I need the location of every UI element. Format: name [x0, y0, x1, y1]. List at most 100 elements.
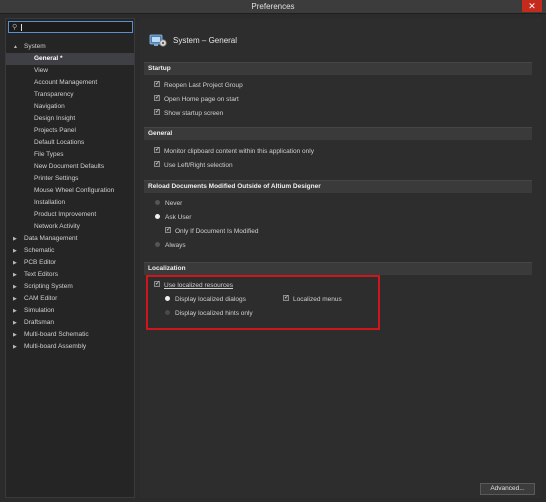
collapsed-arrow-icon[interactable]: ▶	[13, 293, 17, 305]
search-input[interactable]: ⚲	[8, 21, 133, 33]
tree-item-scripting-system[interactable]: ▶ Scripting System	[6, 281, 134, 293]
tree-item-default-locations[interactable]: Default Locations	[6, 137, 134, 149]
checkbox-label: Use localized resources	[164, 282, 234, 289]
use-localized-resources-checkbox[interactable]: ✓ Use localized resources	[154, 281, 233, 291]
checkmark-icon: ✓	[154, 81, 161, 88]
section-reload-header: Reload Documents Modified Outside of Alt…	[144, 180, 532, 193]
reopen-last-project-checkbox[interactable]: ✓ Reopen Last Project Group	[154, 81, 243, 91]
display-localized-hints-radio[interactable]: Display localized hints only	[165, 309, 253, 319]
tree-item-data-management[interactable]: ▶ Data Management	[6, 233, 134, 245]
tree-item-label: PCB Editor	[24, 259, 57, 266]
collapsed-arrow-icon[interactable]: ▶	[13, 341, 17, 353]
tree-item-multi-board-assembly[interactable]: ▶ Multi-board Assembly	[6, 341, 134, 353]
checkbox-label: Use Left/Right selection	[164, 162, 233, 169]
system-settings-icon	[149, 34, 167, 47]
radio-label: Display localized hints only	[175, 310, 253, 317]
checkbox-label: Reopen Last Project Group	[164, 82, 243, 89]
title-bar: Preferences ✕	[0, 0, 546, 14]
tree-item-label: Data Management	[24, 235, 78, 242]
section-title: Reload Documents Modified Outside of Alt…	[148, 183, 321, 190]
collapsed-arrow-icon[interactable]: ▶	[13, 329, 17, 341]
checkmark-icon: ✓	[154, 109, 161, 116]
tree-item-view[interactable]: View	[6, 65, 134, 77]
checkbox-label: Monitor clipboard content within this ap…	[164, 148, 314, 155]
reload-never-radio[interactable]: Never	[155, 199, 182, 209]
tree-item-mouse-wheel-configuration[interactable]: Mouse Wheel Configuration	[6, 185, 134, 197]
page-title: System – General	[173, 36, 238, 45]
display-localized-dialogs-radio[interactable]: Display localized dialogs	[165, 295, 246, 305]
localized-menus-checkbox[interactable]: ✓ Localized menus	[283, 295, 342, 305]
collapsed-arrow-icon[interactable]: ▶	[13, 317, 17, 329]
only-if-modified-checkbox[interactable]: ✓ Only If Document Is Modified	[165, 227, 258, 237]
tree-item-multi-board-schematic[interactable]: ▶ Multi-board Schematic	[6, 329, 134, 341]
tree-item-text-editors[interactable]: ▶ Text Editors	[6, 269, 134, 281]
window-title: Preferences	[251, 2, 295, 11]
collapsed-arrow-icon[interactable]: ▶	[13, 245, 17, 257]
radio-icon	[155, 199, 160, 205]
tree-item-system[interactable]: ▲ System	[6, 41, 134, 53]
monitor-clipboard-checkbox[interactable]: ✓ Monitor clipboard content within this a…	[154, 147, 314, 157]
reload-ask-user-radio[interactable]: Ask User	[155, 213, 191, 223]
checkmark-icon: ✓	[154, 147, 161, 154]
expanded-arrow-icon[interactable]: ▲	[13, 41, 18, 53]
tree-item-network-activity[interactable]: Network Activity	[6, 221, 134, 233]
reload-always-radio[interactable]: Always	[155, 241, 186, 251]
collapsed-arrow-icon[interactable]: ▶	[13, 233, 17, 245]
tree-item-simulation[interactable]: ▶ Simulation	[6, 305, 134, 317]
checkmark-icon: ✓	[154, 281, 161, 288]
collapsed-arrow-icon[interactable]: ▶	[13, 281, 17, 293]
tree-item-draftsman[interactable]: ▶ Draftsman	[6, 317, 134, 329]
tree-item-product-improvement[interactable]: Product Improvement	[6, 209, 134, 221]
section-title: Localization	[148, 265, 186, 272]
checkmark-icon: ✓	[283, 295, 290, 302]
tree-item-label: Simulation	[24, 307, 55, 314]
collapsed-arrow-icon[interactable]: ▶	[13, 269, 17, 281]
radio-label: Ask User	[165, 214, 192, 221]
radio-label: Never	[165, 200, 183, 207]
text-caret	[21, 24, 22, 31]
tree-item-new-document-defaults[interactable]: New Document Defaults	[6, 161, 134, 173]
collapsed-arrow-icon[interactable]: ▶	[13, 305, 17, 317]
tree-item-label: Text Editors	[24, 271, 58, 278]
close-button[interactable]: ✕	[522, 0, 542, 12]
tree-item-transparency[interactable]: Transparency	[6, 89, 134, 101]
checkbox-label: Localized menus	[293, 296, 342, 303]
section-title: Startup	[148, 65, 171, 72]
tree-item-schematic[interactable]: ▶ Schematic	[6, 245, 134, 257]
open-home-page-checkbox[interactable]: ✓ Open Home page on start	[154, 95, 239, 105]
tree-item-file-types[interactable]: File Types	[6, 149, 134, 161]
section-general-header: General	[144, 127, 532, 140]
tree-item-cam-editor[interactable]: ▶ CAM Editor	[6, 293, 134, 305]
tree-item-projects-panel[interactable]: Projects Panel	[6, 125, 134, 137]
tree-item-label: System	[24, 43, 46, 50]
section-startup-header: Startup	[144, 62, 532, 75]
collapsed-arrow-icon[interactable]: ▶	[13, 257, 17, 269]
tree-item-label: Scripting System	[24, 283, 73, 290]
radio-icon	[165, 309, 170, 315]
show-startup-screen-checkbox[interactable]: ✓ Show startup screen	[154, 109, 223, 119]
tree-item-label: Multi-board Schematic	[24, 331, 89, 338]
checkmark-icon: ✓	[165, 227, 172, 234]
radio-selected-icon	[155, 213, 160, 219]
tree-item-printer-settings[interactable]: Printer Settings	[6, 173, 134, 185]
tree-item-navigation[interactable]: Navigation	[6, 101, 134, 113]
tree-item-label: Schematic	[24, 247, 55, 254]
radio-label: Always	[165, 242, 186, 249]
preferences-tree: ▲ System General * View Account Manageme…	[6, 41, 134, 353]
advanced-button[interactable]: Advanced...	[480, 483, 535, 495]
tree-item-design-insight[interactable]: Design Insight	[6, 113, 134, 125]
tree-item-label: Multi-board Assembly	[24, 343, 87, 350]
tree-item-pcb-editor[interactable]: ▶ PCB Editor	[6, 257, 134, 269]
left-right-selection-checkbox[interactable]: ✓ Use Left/Right selection	[154, 161, 233, 171]
tree-item-installation[interactable]: Installation	[6, 197, 134, 209]
tree-item-label: CAM Editor	[24, 295, 58, 302]
tree-item-account-management[interactable]: Account Management	[6, 77, 134, 89]
tree-item-general[interactable]: General *	[6, 53, 134, 65]
checkmark-icon: ✓	[154, 95, 161, 102]
checkbox-label: Open Home page on start	[164, 96, 239, 103]
navigation-panel: ⚲ ▲ System General * View Account Manage…	[5, 18, 135, 498]
radio-label: Display localized dialogs	[175, 296, 246, 303]
section-title: General	[148, 130, 173, 137]
checkbox-label: Show startup screen	[164, 110, 224, 117]
settings-panel: System – General Startup ✓ Reopen Last Pr…	[140, 18, 541, 498]
